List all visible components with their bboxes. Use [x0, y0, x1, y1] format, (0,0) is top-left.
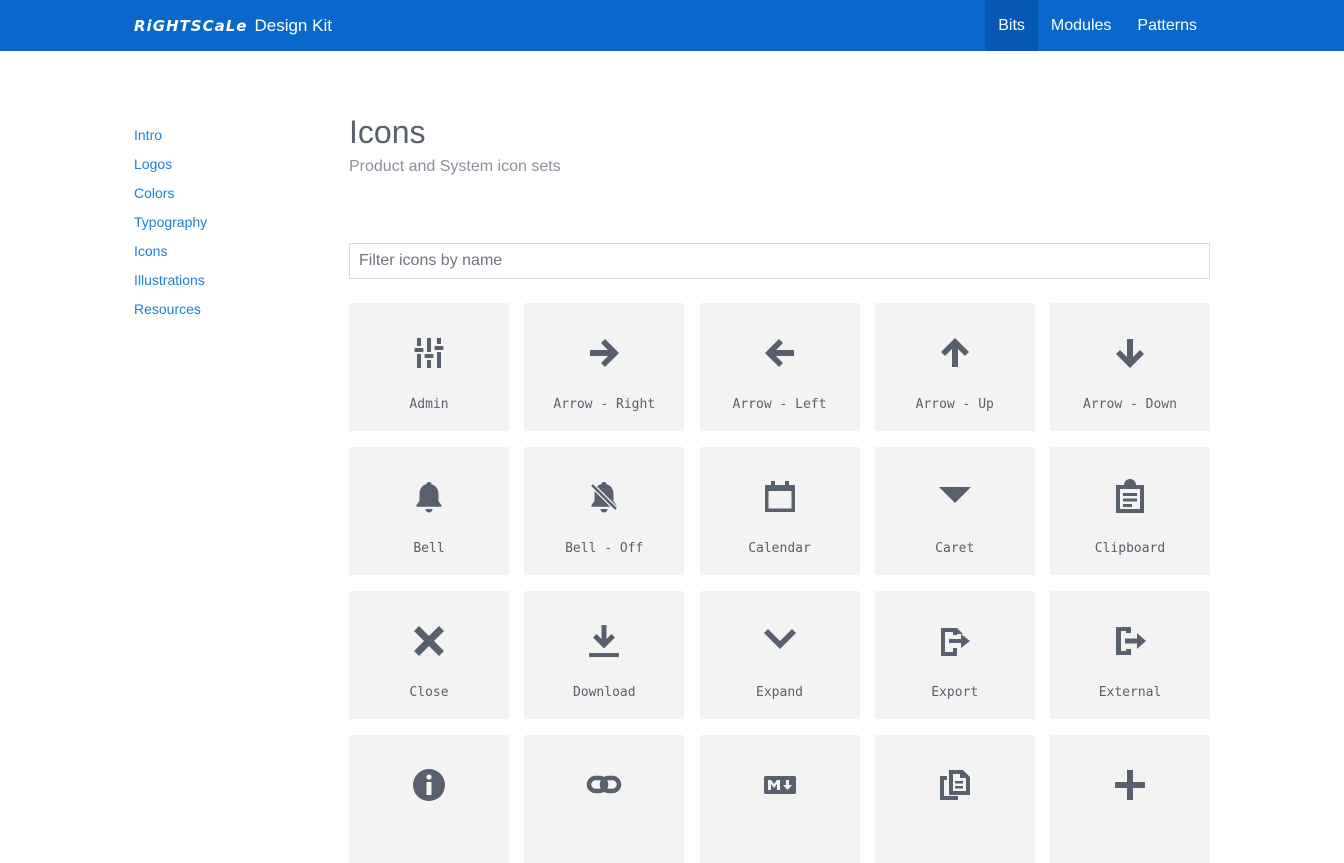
sidebar-item-icons[interactable]: Icons: [134, 243, 207, 272]
clipboard-icon: [1050, 475, 1210, 519]
arrow-up-icon: [875, 331, 1035, 375]
icon-tile-label: Bell: [413, 541, 445, 556]
icon-tile-label: Bell - Off: [565, 541, 644, 556]
page-subtitle: Product and System icon sets: [349, 158, 561, 175]
icon-filter-input[interactable]: [349, 243, 1210, 279]
icon-tile[interactable]: Arrow - Right: [524, 303, 685, 431]
sidebar-nav: Intro Logos Colors Typography Icons Illu…: [134, 127, 207, 330]
icon-tile[interactable]: External: [1050, 591, 1210, 719]
arrow-down-icon: [1050, 331, 1210, 375]
icon-tile-label: Arrow - Left: [732, 397, 827, 412]
close-icon: [349, 619, 509, 663]
icon-tile-label: Admin: [409, 397, 449, 412]
sidebar-item-typography[interactable]: Typography: [134, 214, 207, 243]
sidebar-item-resources[interactable]: Resources: [134, 301, 207, 330]
icon-tile[interactable]: Bell: [349, 447, 509, 575]
icon-tile[interactable]: Arrow - Down: [1050, 303, 1210, 431]
icon-tile-label: Close: [409, 685, 449, 700]
nav-bits[interactable]: Bits: [985, 0, 1038, 51]
icon-tile[interactable]: Expand: [699, 591, 860, 719]
icon-tile[interactable]: [524, 735, 685, 863]
rightscale-logo: RiGHTSCaLe: [134, 16, 248, 35]
sidebar-item-intro[interactable]: Intro: [134, 127, 207, 156]
arrow-right-icon: [524, 331, 684, 375]
icon-tile[interactable]: [699, 735, 860, 863]
sidebar-item-illustrations[interactable]: Illustrations: [134, 272, 207, 301]
icon-tile-label: Expand: [756, 685, 803, 700]
copy-icon: [875, 763, 1035, 807]
icon-tile[interactable]: Close: [349, 591, 509, 719]
markdown-icon: [700, 763, 860, 807]
icon-tile[interactable]: Bell - Off: [524, 447, 685, 575]
download-icon: [524, 619, 684, 663]
calendar-icon: [700, 475, 860, 519]
icon-tile[interactable]: Calendar: [699, 447, 860, 575]
icon-tile-label: Download: [572, 685, 636, 700]
icon-tile[interactable]: Admin: [349, 303, 509, 431]
icon-tile-label: Caret: [935, 541, 975, 556]
icon-tile-label: Clipboard: [1094, 541, 1166, 556]
brand[interactable]: RiGHTSCaLe Design Kit: [134, 0, 332, 51]
icon-tile[interactable]: [874, 735, 1035, 863]
top-nav: Bits Modules Patterns: [985, 0, 1210, 51]
icon-tile[interactable]: Caret: [874, 447, 1035, 575]
bell-off-icon: [524, 475, 684, 519]
top-navbar: RiGHTSCaLe Design Kit Bits Modules Patte…: [0, 0, 1344, 51]
sidebar-item-colors[interactable]: Colors: [134, 185, 207, 214]
bell-icon: [349, 475, 509, 519]
plus-icon: [1050, 763, 1210, 807]
nav-patterns[interactable]: Patterns: [1124, 0, 1210, 51]
icon-tile[interactable]: Arrow - Left: [699, 303, 860, 431]
sidebar-item-logos[interactable]: Logos: [134, 156, 207, 185]
icon-tile[interactable]: Download: [524, 591, 685, 719]
icon-tile[interactable]: [1050, 735, 1210, 863]
expand-icon: [700, 619, 860, 663]
icon-tile-label: Export: [931, 685, 979, 700]
nav-modules[interactable]: Modules: [1038, 0, 1124, 51]
page-title: Icons: [349, 114, 426, 150]
icon-tile-label: External: [1098, 685, 1162, 700]
icon-tile-label: Arrow - Right: [553, 397, 656, 412]
icon-tile-label: Calendar: [748, 541, 811, 556]
icon-tile[interactable]: Export: [874, 591, 1035, 719]
export-icon: [875, 619, 1035, 663]
admin-icon: [349, 331, 509, 375]
icon-tile-label: Arrow - Down: [1083, 397, 1177, 412]
icon-tile[interactable]: [349, 735, 509, 863]
link-icon: [524, 763, 684, 807]
external-icon: [1050, 619, 1210, 663]
caret-icon: [875, 475, 1035, 519]
icon-tile[interactable]: Arrow - Up: [874, 303, 1035, 431]
icon-tile-label: Arrow - Up: [915, 397, 994, 412]
icon-tile[interactable]: Clipboard: [1050, 447, 1210, 575]
info-icon: [349, 763, 509, 807]
arrow-left-icon: [700, 331, 860, 375]
app-title: Design Kit: [254, 15, 332, 35]
